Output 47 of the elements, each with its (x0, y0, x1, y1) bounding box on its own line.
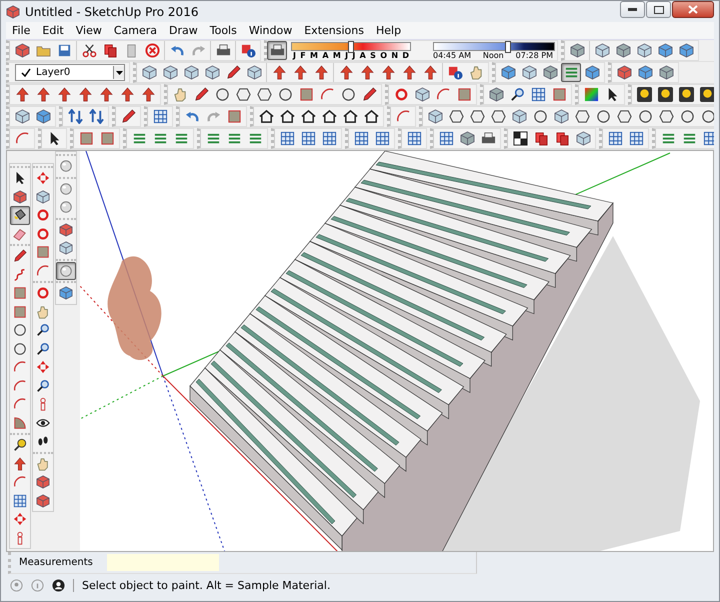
month-label: D (402, 50, 409, 60)
window-title: Untitled - SketchUp Pro 2016 (25, 4, 200, 18)
menu-item[interactable]: Extensions (298, 24, 370, 37)
month-label: M (332, 50, 341, 60)
month-label: N (391, 50, 398, 60)
menu-item[interactable]: File (6, 24, 36, 37)
app-logo-icon (6, 4, 20, 18)
minimize-icon (628, 8, 637, 12)
maximize-icon (654, 6, 664, 14)
maximize-button[interactable] (646, 1, 671, 18)
slider-thumb[interactable] (505, 40, 512, 52)
menu-item[interactable]: Tools (204, 24, 243, 37)
menu-item[interactable]: Window (242, 24, 298, 37)
user-icon[interactable] (52, 578, 65, 592)
light-bulb-icon[interactable] (634, 85, 654, 104)
month-label: A (360, 50, 366, 60)
light-bulb-icon[interactable] (697, 85, 714, 104)
month-label: J (345, 50, 348, 60)
close-button[interactable] (672, 1, 714, 18)
layer-dropdown[interactable]: Layer0 (15, 64, 125, 81)
month-label: F (300, 50, 306, 60)
month-label: A (322, 50, 329, 60)
month-label: S (370, 50, 376, 60)
time-label: 07:28 PM (516, 50, 553, 60)
time-slider[interactable] (433, 42, 555, 50)
month-label: J (293, 50, 296, 60)
minimize-button[interactable] (620, 1, 645, 18)
light-bulb-icon[interactable] (655, 85, 675, 104)
close-icon (688, 5, 698, 14)
date-slider[interactable] (291, 42, 411, 50)
printer-icon[interactable] (267, 41, 287, 60)
time-label: Noon (482, 50, 504, 60)
time-label: 04:45 AM (433, 50, 471, 60)
menu-item[interactable]: Help (370, 24, 408, 37)
paint-bucket-icon[interactable] (10, 206, 30, 224)
measurements-label: Measurements (18, 557, 94, 568)
lines-icon[interactable] (561, 63, 581, 82)
menu-item[interactable]: Edit (36, 24, 70, 37)
layer-name: Layer0 (36, 67, 72, 78)
menu-item[interactable]: View (70, 24, 108, 37)
slider-thumb[interactable] (348, 40, 354, 52)
month-label: O (380, 50, 388, 60)
menu-item[interactable]: Camera (108, 24, 164, 37)
light-bulb-icon[interactable] (676, 85, 696, 104)
status-message: Select object to paint. Alt = Sample Material. (73, 578, 330, 592)
menu-item[interactable]: Draw (163, 24, 204, 37)
month-label: M (310, 50, 318, 60)
